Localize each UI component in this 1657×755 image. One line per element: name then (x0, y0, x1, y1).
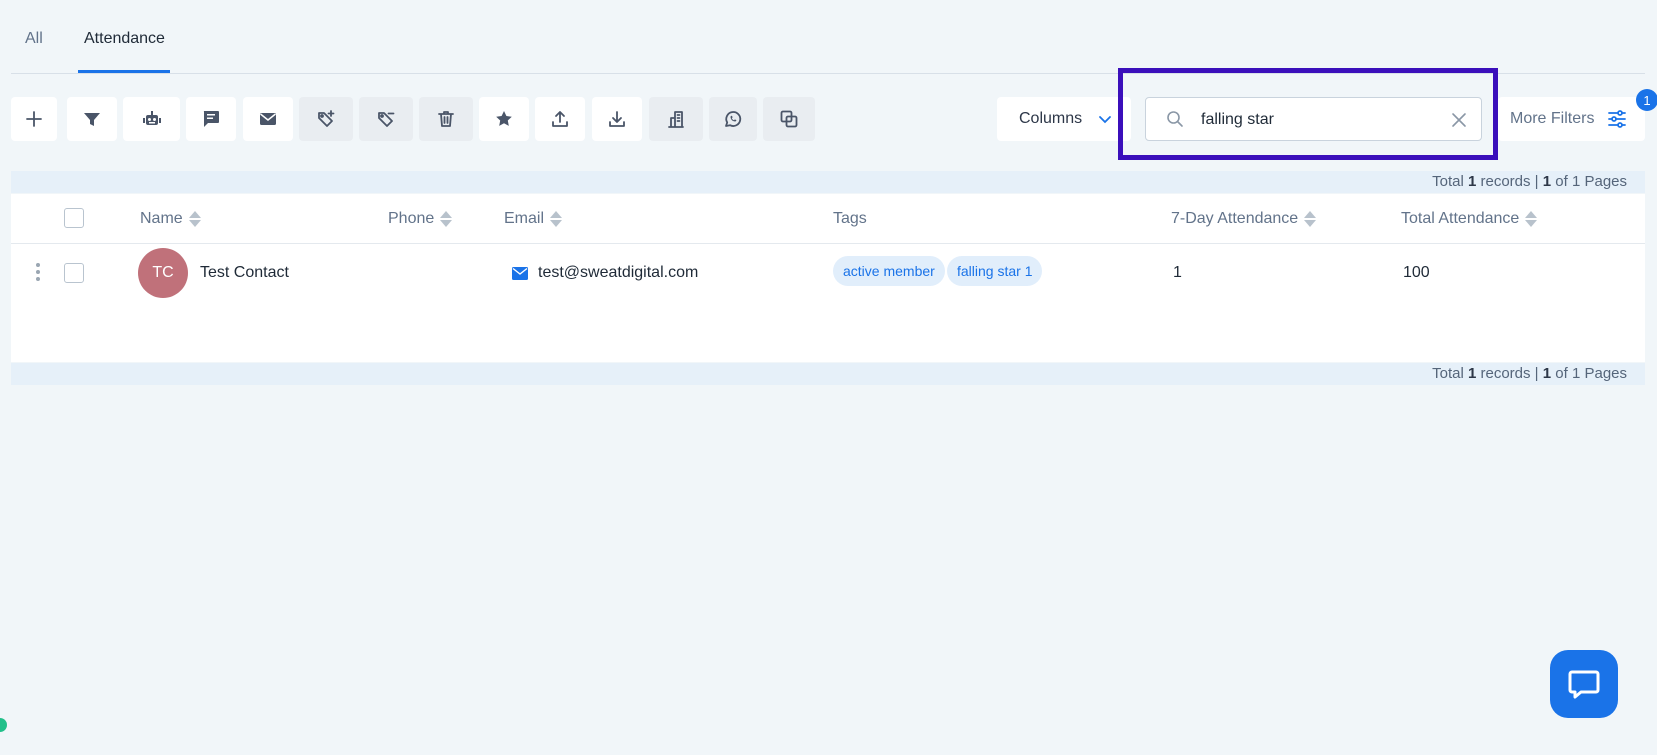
contacts-table: Name Phone Email Tags 7-Day Attendance T… (11, 194, 1645, 362)
select-all-checkbox[interactable] (64, 208, 84, 228)
tab-attendance[interactable]: Attendance (84, 30, 165, 48)
trash-icon (438, 111, 454, 127)
filter-count-badge: 1 (1636, 89, 1657, 111)
whatsapp-icon (725, 111, 742, 127)
chevron-down-icon (1099, 116, 1111, 124)
filter-icon (84, 113, 100, 126)
download-icon (609, 111, 625, 127)
records-summary-bottom: Total 1 records | 1 of 1 Pages (11, 363, 1645, 385)
sort-icon (1525, 210, 1538, 228)
columns-dropdown[interactable]: Columns (997, 97, 1131, 141)
contact-email: test@sweatdigital.com (538, 264, 699, 281)
send-email-button[interactable] (243, 97, 293, 141)
whatsapp-button[interactable] (709, 97, 757, 141)
column-header-total-attendance[interactable]: Total Attendance (1401, 210, 1538, 228)
delete-button[interactable] (419, 97, 473, 141)
seven-day-attendance-value: 1 (1173, 264, 1182, 281)
sliders-icon (1608, 110, 1626, 128)
row-actions-icon[interactable] (35, 261, 41, 283)
upload-icon (552, 111, 568, 127)
columns-label: Columns (1019, 110, 1083, 127)
automation-button[interactable] (123, 97, 180, 141)
summary-of-label: of 1 Pages (1555, 173, 1627, 190)
active-tab-indicator (78, 70, 170, 73)
row-checkbox[interactable] (64, 263, 84, 283)
chat-icon (203, 111, 219, 127)
search-icon (1167, 111, 1183, 127)
avatar: TC (138, 248, 188, 298)
summary-prefix: Total (1432, 365, 1464, 382)
remove-tag-button[interactable] (359, 97, 413, 141)
add-button[interactable] (11, 97, 57, 141)
more-filters-label: More Filters (1510, 110, 1595, 127)
column-header-name[interactable]: Name (140, 210, 201, 228)
tag-badge: falling star 1 (947, 256, 1043, 286)
tag-remove-icon (378, 112, 395, 127)
favorite-button[interactable] (479, 97, 529, 141)
table-header: Name Phone Email Tags 7-Day Attendance T… (11, 194, 1645, 244)
summary-page: 1 (1542, 365, 1552, 382)
summary-records: 1 (1467, 365, 1477, 382)
plus-icon (26, 111, 42, 127)
summary-records-label: records | (1480, 365, 1539, 382)
star-icon (496, 111, 512, 126)
merge-button[interactable] (763, 97, 815, 141)
search-input[interactable] (1201, 108, 1441, 132)
tag-add-icon (318, 110, 335, 127)
support-chat-button[interactable] (1550, 650, 1618, 718)
more-filters-button[interactable]: More Filters (1498, 97, 1645, 141)
sort-icon (440, 210, 453, 228)
tag-badge: active member (833, 256, 945, 286)
company-button[interactable] (649, 97, 703, 141)
summary-of-label: of 1 Pages (1555, 365, 1627, 382)
sort-icon (550, 210, 563, 228)
sort-icon (188, 210, 201, 228)
summary-prefix: Total (1432, 173, 1464, 190)
column-header-tags: Tags (833, 210, 867, 227)
chat-bubble-icon (1568, 670, 1600, 699)
summary-records-label: records | (1480, 173, 1539, 190)
summary-page: 1 (1542, 173, 1552, 190)
search-field (1145, 97, 1482, 141)
mail-icon (260, 113, 276, 125)
status-indicator (0, 718, 7, 732)
clear-search-icon[interactable] (1451, 112, 1467, 128)
records-summary-top: Total 1 records | 1 of 1 Pages (11, 171, 1645, 193)
export-button[interactable] (592, 97, 642, 141)
building-icon (668, 111, 684, 128)
email-icon (512, 267, 528, 280)
add-tag-button[interactable] (299, 97, 353, 141)
tab-all[interactable]: All (25, 30, 43, 48)
robot-icon (142, 111, 161, 125)
sort-icon (1304, 210, 1317, 228)
send-sms-button[interactable] (186, 97, 236, 141)
filter-button[interactable] (67, 97, 117, 141)
contact-name[interactable]: Test Contact (200, 264, 289, 282)
tab-bar: All Attendance (11, 0, 1645, 74)
column-header-7day-attendance[interactable]: 7-Day Attendance (1171, 210, 1317, 228)
column-header-email[interactable]: Email (504, 210, 563, 228)
summary-records: 1 (1467, 173, 1477, 190)
column-header-phone[interactable]: Phone (388, 210, 453, 228)
table-row[interactable]: TC Test Contact test@sweatdigital.com ac… (11, 244, 1645, 302)
duplicate-icon (780, 110, 798, 128)
total-attendance-value: 100 (1403, 264, 1430, 281)
import-button[interactable] (535, 97, 585, 141)
